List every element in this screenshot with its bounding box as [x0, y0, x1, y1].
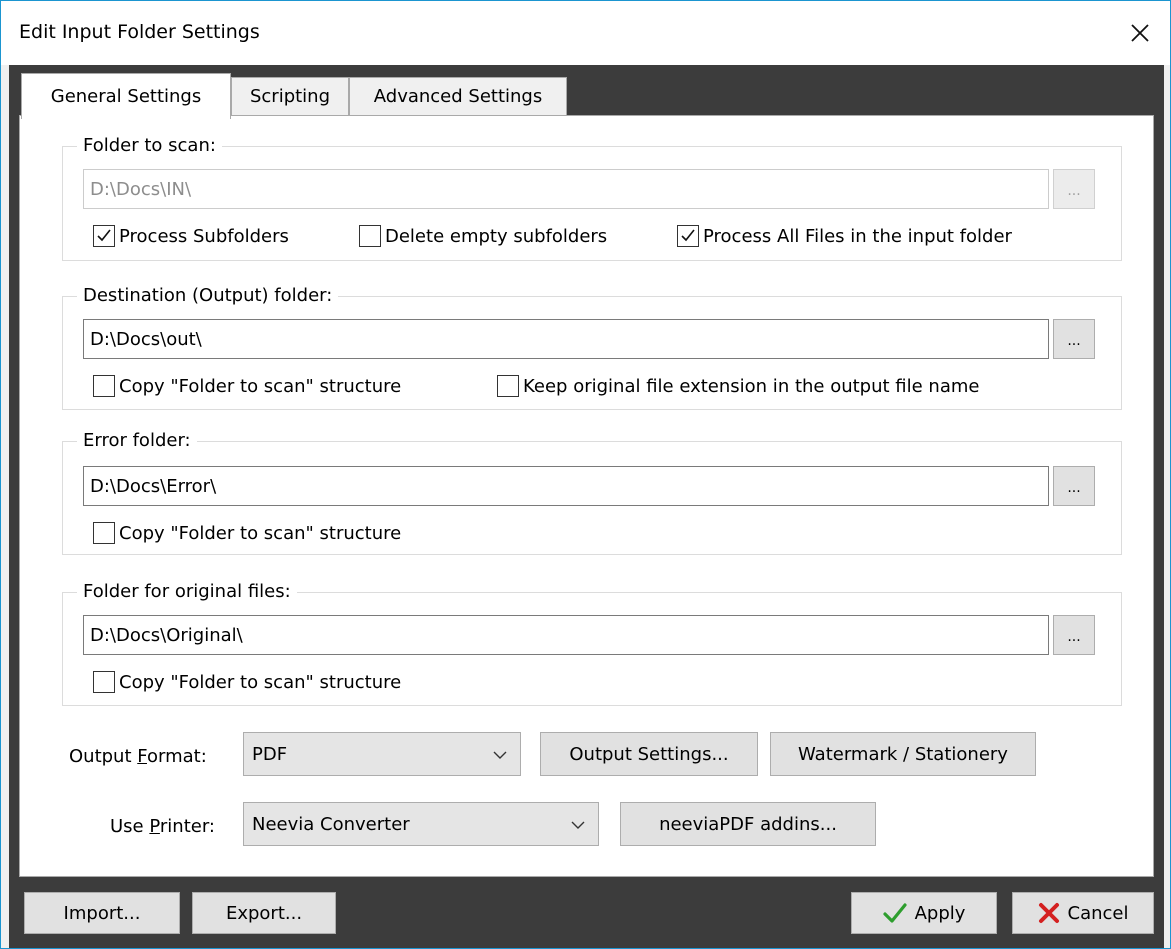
output-format-select[interactable]: PDF: [243, 732, 521, 776]
scan-folder-browse-label: ...: [1067, 183, 1081, 199]
export-button[interactable]: Export...: [192, 892, 336, 934]
output-format-label-post: ormat:: [146, 746, 207, 767]
output-folder-group: Destination (Output) folder: D:\Docs\out…: [62, 284, 1122, 410]
output-folder-browse-button[interactable]: ...: [1053, 319, 1095, 359]
tab-general-settings[interactable]: General Settings: [21, 73, 231, 119]
cancel-label: Cancel: [1067, 902, 1129, 924]
error-copy-structure-label: Copy "Folder to scan" structure: [119, 522, 402, 544]
import-button[interactable]: Import...: [24, 892, 180, 934]
close-icon: [1131, 24, 1149, 42]
keep-extension-label: Keep original file extension in the outp…: [523, 375, 980, 397]
tab-general-settings-label: General Settings: [50, 86, 202, 107]
dialog-title: Edit Input Folder Settings: [19, 21, 260, 43]
output-settings-label: Output Settings...: [569, 743, 729, 765]
delete-empty-subfolders-checkbox[interactable]: Delete empty subfolders: [359, 223, 607, 249]
process-all-files-label: Process All Files in the input folder: [703, 225, 1012, 247]
apply-label: Apply: [914, 902, 966, 924]
use-printer-label-accel: P: [149, 816, 160, 837]
delete-empty-subfolders-box[interactable]: [359, 225, 381, 247]
process-all-files-box[interactable]: [677, 225, 699, 247]
keep-extension-checkbox[interactable]: Keep original file extension in the outp…: [497, 373, 979, 399]
tab-scripting[interactable]: Scripting: [231, 77, 349, 115]
folder-to-scan-group: Folder to scan: D:\Docs\IN\ ... Process …: [62, 134, 1122, 261]
error-folder-browse-button[interactable]: ...: [1053, 466, 1095, 506]
output-folder-input[interactable]: D:\Docs\out\: [83, 319, 1049, 359]
output-format-label-accel: F: [137, 746, 147, 767]
tab-advanced-settings[interactable]: Advanced Settings: [349, 77, 567, 115]
process-all-files-checkbox[interactable]: Process All Files in the input folder: [677, 223, 1012, 249]
printer-select[interactable]: Neevia Converter: [243, 802, 599, 846]
original-folder-group: Folder for original files: D:\Docs\Origi…: [62, 580, 1122, 706]
neeviapdf-addins-label: neeviaPDF addins...: [659, 813, 837, 835]
tab-advanced-settings-label: Advanced Settings: [373, 86, 543, 107]
original-copy-structure-box[interactable]: [93, 671, 115, 693]
watermark-stationery-label: Watermark / Stationery: [798, 743, 1008, 765]
error-folder-title: Error folder:: [77, 429, 197, 453]
dialog-client: General Settings Scripting Advanced Sett…: [9, 65, 1164, 948]
output-format-value: PDF: [252, 743, 288, 765]
output-format-label: Output Format:: [69, 746, 207, 767]
keep-extension-box[interactable]: [497, 375, 519, 397]
process-subfolders-label: Process Subfolders: [119, 225, 289, 247]
original-folder-path: D:\Docs\Original\: [90, 624, 243, 646]
output-folder-path: D:\Docs\out\: [90, 328, 202, 350]
printer-value: Neevia Converter: [252, 813, 410, 835]
red-x-icon: [1038, 903, 1059, 923]
original-folder-input[interactable]: D:\Docs\Original\: [83, 615, 1049, 655]
original-folder-title: Folder for original files:: [77, 580, 297, 604]
checkmark-icon: [97, 229, 111, 242]
original-copy-structure-label: Copy "Folder to scan" structure: [119, 671, 402, 693]
original-copy-structure-checkbox[interactable]: Copy "Folder to scan" structure: [93, 669, 401, 695]
folder-to-scan-title: Folder to scan:: [77, 134, 222, 158]
watermark-stationery-button[interactable]: Watermark / Stationery: [770, 732, 1036, 776]
error-folder-browse-label: ...: [1067, 480, 1081, 496]
output-format-label-pre: Output: [69, 746, 138, 767]
output-folder-browse-label: ...: [1067, 333, 1081, 349]
neeviapdf-addins-button[interactable]: neeviaPDF addins...: [620, 802, 876, 846]
scan-folder-browse-button[interactable]: ...: [1053, 169, 1095, 209]
output-copy-structure-box[interactable]: [93, 375, 115, 397]
error-folder-input[interactable]: D:\Docs\Error\: [83, 466, 1049, 506]
title-bar: Edit Input Folder Settings: [1, 1, 1170, 65]
apply-button[interactable]: Apply: [851, 892, 997, 934]
original-folder-browse-label: ...: [1067, 629, 1081, 645]
original-folder-browse-button[interactable]: ...: [1053, 615, 1095, 655]
process-subfolders-checkbox[interactable]: Process Subfolders: [93, 223, 289, 249]
error-folder-path: D:\Docs\Error\: [90, 475, 217, 497]
dialog-window: Edit Input Folder Settings General Setti…: [0, 0, 1171, 949]
export-label: Export...: [225, 902, 303, 924]
process-subfolders-box[interactable]: [93, 225, 115, 247]
checkmark-icon: [882, 903, 907, 923]
cancel-button[interactable]: Cancel: [1012, 892, 1154, 934]
delete-empty-subfolders-label: Delete empty subfolders: [385, 225, 608, 247]
general-settings-page: Folder to scan: D:\Docs\IN\ ... Process …: [19, 115, 1154, 877]
checkmark-icon: [681, 229, 695, 242]
output-copy-structure-label: Copy "Folder to scan" structure: [119, 375, 402, 397]
chevron-down-icon: [493, 751, 507, 759]
error-folder-group: Error folder: D:\Docs\Error\ ... Copy "F…: [62, 429, 1122, 555]
use-printer-label: Use Printer:: [110, 816, 215, 837]
import-label: Import...: [63, 902, 141, 924]
use-printer-label-pre: Use: [110, 816, 150, 837]
output-settings-button[interactable]: Output Settings...: [540, 732, 758, 776]
close-button[interactable]: [1110, 1, 1170, 65]
tab-scripting-label: Scripting: [249, 86, 331, 107]
output-folder-title: Destination (Output) folder:: [77, 284, 339, 308]
scan-folder-path: D:\Docs\IN\: [90, 178, 192, 200]
output-copy-structure-checkbox[interactable]: Copy "Folder to scan" structure: [93, 373, 401, 399]
error-copy-structure-box[interactable]: [93, 522, 115, 544]
use-printer-label-post: rinter:: [159, 816, 215, 837]
error-copy-structure-checkbox[interactable]: Copy "Folder to scan" structure: [93, 520, 401, 546]
scan-folder-input[interactable]: D:\Docs\IN\: [83, 169, 1049, 209]
chevron-down-icon: [571, 821, 585, 829]
